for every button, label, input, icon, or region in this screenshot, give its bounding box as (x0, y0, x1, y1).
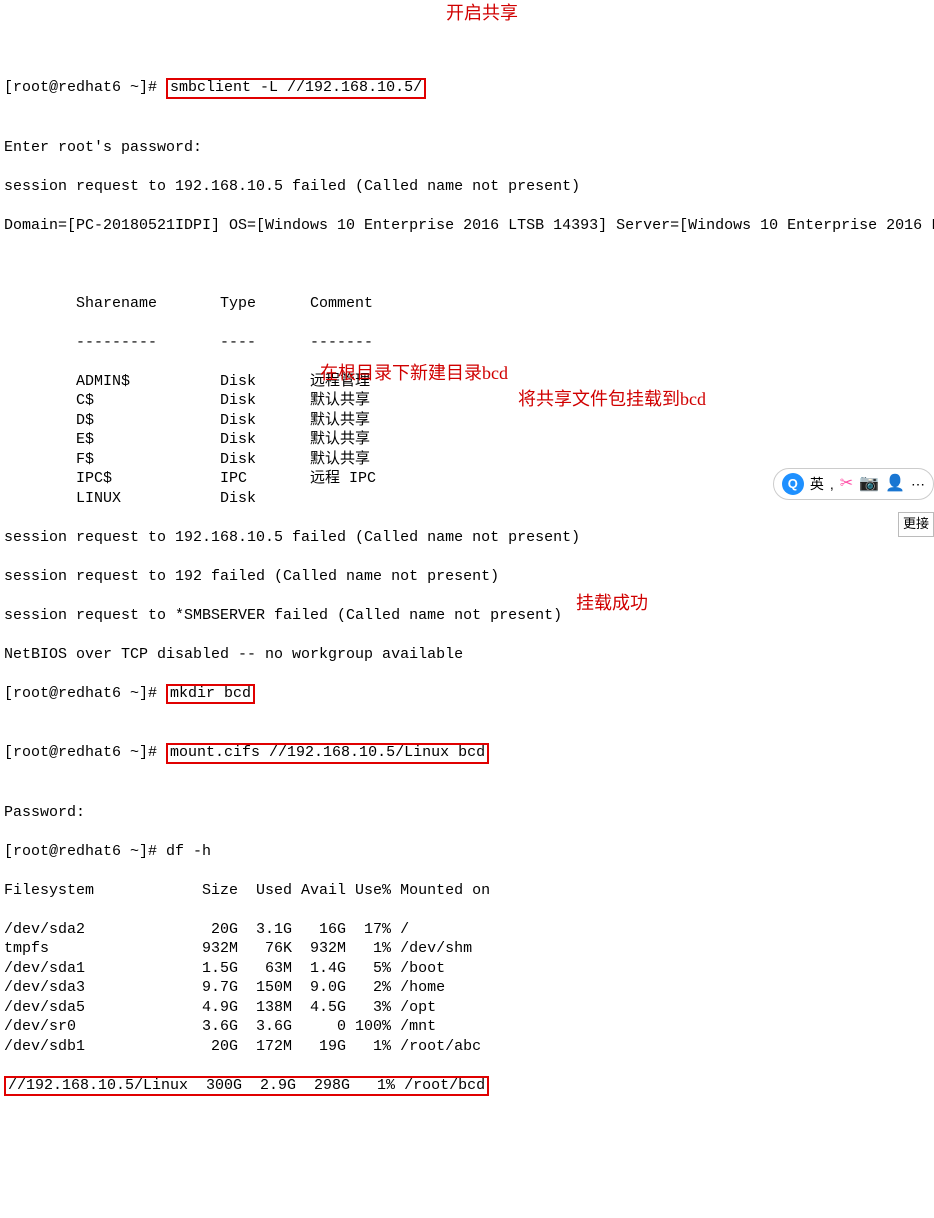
df-row: /dev/sdb1 20G 172M 19G 1% /root/abc (0, 1037, 934, 1057)
ann-share: 开启共享 (446, 2, 518, 25)
scissors-icon[interactable]: ✂ (840, 474, 853, 495)
share-dash: --------- ---- ------- (0, 333, 934, 353)
df-last-row: //192.168.10.5/Linux 300G 2.9G 298G 1% /… (4, 1076, 489, 1097)
df-last: //192.168.10.5/Linux 300G 2.9G 298G 1% /… (0, 1076, 934, 1097)
share-header: Sharename Type Comment (0, 294, 934, 314)
ann-mount: 将共享文件包挂载到bcd (518, 388, 706, 411)
cmd-mount: mount.cifs //192.168.10.5/Linux bcd (166, 743, 489, 764)
line: session request to *SMBSERVER failed (Ca… (0, 606, 934, 626)
cmd-df: df -h (166, 843, 211, 860)
df-row: /dev/sda5 4.9G 138M 4.5G 3% /opt (0, 998, 934, 1018)
line: session request to 192 failed (Called na… (0, 567, 934, 587)
ann-mkdir: 在根目录下新建目录bcd (320, 362, 508, 385)
prompt: [root@redhat6 ~]# (4, 79, 166, 96)
update-button[interactable]: 更接 (898, 512, 934, 537)
prompt: [root@redhat6 ~]# (4, 744, 166, 761)
share-row: C$ Disk 默认共享 (0, 391, 934, 411)
line (0, 255, 934, 275)
df-row: /dev/sda2 20G 3.1G 16G 17% / (0, 920, 934, 940)
ann-success: 挂载成功 (576, 592, 648, 615)
prompt: [root@redhat6 ~]# (4, 685, 166, 702)
line: [root@redhat6 ~]# mount.cifs //192.168.1… (0, 743, 934, 764)
line: Domain=[PC-20180521IDPI] OS=[Windows 10 … (0, 216, 934, 236)
cmd-smbclient: smbclient -L //192.168.10.5/ (166, 78, 426, 99)
cmd-mkdir: mkdir bcd (166, 684, 255, 705)
df-row: tmpfs 932M 76K 932M 1% /dev/shm (0, 939, 934, 959)
line: session request to 192.168.10.5 failed (… (0, 177, 934, 197)
penguin-icon[interactable]: Q (782, 473, 804, 495)
camera-icon[interactable]: 📷 (859, 474, 879, 495)
share-row: E$ Disk 默认共享 (0, 430, 934, 450)
df-row: /dev/sr0 3.6G 3.6G 0 100% /mnt (0, 1017, 934, 1037)
line: NetBIOS over TCP disabled -- no workgrou… (0, 645, 934, 665)
df-row: /dev/sda1 1.5G 63M 1.4G 5% /boot (0, 959, 934, 979)
df-header: Filesystem Size Used Avail Use% Mounted … (0, 881, 934, 901)
dots-icon[interactable]: ⋯ (911, 475, 925, 493)
line: Password: (0, 803, 934, 823)
person-icon[interactable]: 👤 (885, 474, 905, 495)
prompt: [root@redhat6 ~]# (4, 843, 166, 860)
line: session request to 192.168.10.5 failed (… (0, 528, 934, 548)
line: [root@redhat6 ~]# mkdir bcd (0, 684, 934, 705)
share-row: F$ Disk 默认共享 (0, 450, 934, 470)
df-row: /dev/sda3 9.7G 150M 9.0G 2% /home (0, 978, 934, 998)
ime-toolbar[interactable]: Q 英 , ✂ 📷 👤 ⋯ (773, 468, 934, 500)
line: Enter root's password: (0, 138, 934, 158)
line: [root@redhat6 ~]# df -h (0, 842, 934, 862)
share-row: D$ Disk 默认共享 (0, 411, 934, 431)
line: [root@redhat6 ~]# smbclient -L //192.168… (0, 78, 934, 99)
chevron-icon[interactable]: , (830, 475, 834, 493)
ime-lang[interactable]: 英 (810, 475, 824, 493)
